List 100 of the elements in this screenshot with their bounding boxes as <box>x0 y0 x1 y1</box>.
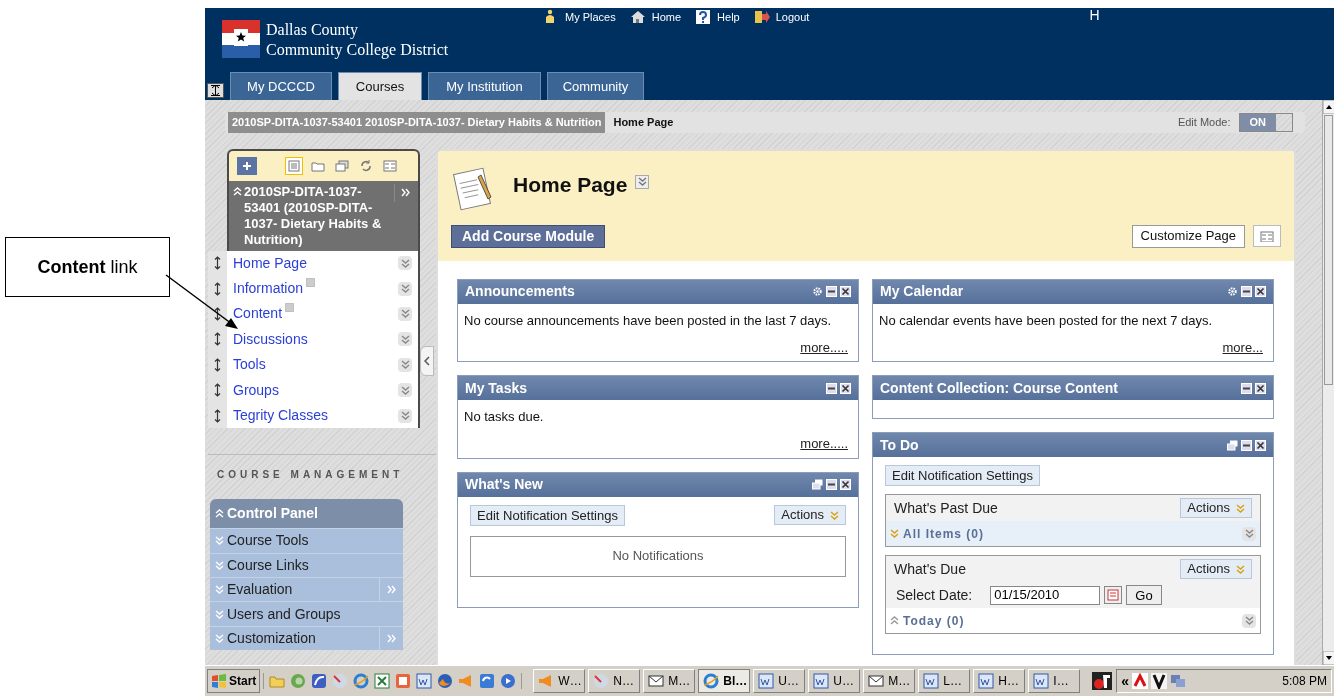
app-logo-icon[interactable] <box>1091 671 1114 691</box>
spreadsheet-icon[interactable] <box>374 673 391 689</box>
scrollbar[interactable] <box>1322 100 1334 665</box>
nav-tab[interactable]: Community <box>547 72 644 100</box>
close-icon[interactable] <box>1255 286 1266 297</box>
taskbar-window-button[interactable]: I… <box>1028 669 1081 693</box>
taskbar-window-button[interactable]: H… <box>973 669 1026 693</box>
menu-toggle-button[interactable] <box>398 281 412 296</box>
go-button[interactable]: Go <box>1126 585 1162 605</box>
expand-toggle-button[interactable] <box>207 83 224 98</box>
control-panel-item[interactable]: Users and Groups <box>210 601 403 626</box>
gear-icon[interactable] <box>1227 286 1238 297</box>
menu-toggle-button[interactable] <box>1242 526 1256 541</box>
top-nav-link[interactable]: Help <box>717 9 740 26</box>
menu-label: Control Panel <box>227 504 319 524</box>
control-panel-item[interactable]: Course Links <box>210 552 403 577</box>
chevron-down-icon <box>400 258 410 268</box>
control-panel-item[interactable]: Course Tools <box>210 528 403 553</box>
minimize-icon[interactable] <box>1241 286 1252 297</box>
taskbar-window-button[interactable]: N… <box>588 669 641 693</box>
scroll-up-icon[interactable] <box>1323 100 1334 114</box>
actions-button[interactable]: Actions <box>1180 498 1252 518</box>
scroll-down-icon[interactable] <box>1323 651 1334 665</box>
add-menu-item-button[interactable] <box>237 156 257 175</box>
course-menu-link[interactable]: Content <box>233 303 283 325</box>
swirl-icon[interactable] <box>311 673 328 689</box>
more-link[interactable]: more..... <box>800 337 848 357</box>
document-icon <box>813 673 830 689</box>
minimize-icon[interactable] <box>826 479 837 490</box>
minimize-icon[interactable] <box>826 382 837 394</box>
menu-toggle-button[interactable] <box>398 332 412 347</box>
control-panel-item[interactable]: Evaluation <box>210 577 403 602</box>
menu-toggle-button[interactable] <box>1242 613 1256 628</box>
menu-toggle-button[interactable] <box>398 408 412 423</box>
chevron-down-icon <box>215 560 224 570</box>
nav-tab[interactable]: Courses <box>338 72 422 100</box>
top-nav-link[interactable]: Logout <box>775 9 810 26</box>
drag-handle[interactable] <box>208 250 227 276</box>
module-title: My Tasks <box>465 378 528 398</box>
top-nav-link[interactable]: My Places <box>565 9 616 26</box>
drag-handle[interactable] <box>208 402 227 429</box>
chevron-left-icon <box>424 355 430 366</box>
chevron-down-icon <box>400 411 410 421</box>
taskbar-window-button[interactable]: U… <box>808 669 861 693</box>
show-hidden-icons-button[interactable]: « <box>1121 670 1130 692</box>
document-icon[interactable] <box>416 673 433 689</box>
todo-group-row[interactable]: All Items (0) <box>886 521 1260 546</box>
course-menu-link[interactable]: Groups <box>233 379 279 401</box>
list-view-icon <box>287 158 301 173</box>
nav-tab[interactable]: My Institution <box>428 72 541 100</box>
document-icon <box>923 673 940 689</box>
grid-view-icon <box>383 158 397 173</box>
taskbar-window-button[interactable]: M… <box>643 669 696 693</box>
chevron-down-icon <box>1244 529 1254 538</box>
nav-tab[interactable]: My DCCCD <box>230 72 332 100</box>
empty-state-box: No Notifications <box>470 535 846 577</box>
taskbar-window-button[interactable]: L… <box>918 669 971 693</box>
edit-notification-button[interactable]: Edit Notification Settings <box>470 504 625 526</box>
sync-icon[interactable] <box>479 673 496 689</box>
collapse-sidebar-button[interactable] <box>420 345 434 376</box>
close-icon[interactable] <box>840 286 851 297</box>
module-title: Announcements <box>465 282 576 301</box>
start-button[interactable]: Start <box>207 669 261 693</box>
minimize-icon[interactable] <box>1241 382 1252 394</box>
user-initial: H <box>1089 8 1100 25</box>
calendar-icon[interactable] <box>1104 586 1123 604</box>
title-menu-button[interactable] <box>635 174 650 189</box>
close-icon[interactable] <box>840 479 851 490</box>
flag-logo-icon <box>222 20 260 58</box>
minimize-icon[interactable] <box>1241 439 1252 451</box>
minimize-icon[interactable] <box>826 286 837 297</box>
menu-toggle-button[interactable] <box>398 306 412 321</box>
more-link[interactable]: more... <box>1222 337 1263 357</box>
date-field[interactable]: 01/15/2010 <box>990 585 1101 605</box>
plus-icon <box>242 160 252 171</box>
add-course-module-button[interactable]: Add Course Module <box>451 224 606 248</box>
actions-button[interactable]: Actions <box>1180 559 1252 579</box>
slides-icon[interactable] <box>395 673 412 689</box>
popout-icon[interactable] <box>812 479 823 490</box>
popout-icon[interactable] <box>1227 439 1238 451</box>
browser-icon[interactable] <box>353 673 370 689</box>
customize-page-button[interactable]: Customize Page <box>1131 224 1245 248</box>
menu-toggle-button[interactable] <box>398 383 412 398</box>
gear-icon[interactable] <box>812 286 823 297</box>
menu-toggle-button[interactable] <box>398 357 412 372</box>
control-panel-item[interactable]: Customization <box>210 625 403 651</box>
fox-globe-icon[interactable] <box>437 673 454 689</box>
refresh-icon <box>359 158 373 173</box>
top-nav-link[interactable]: Home <box>651 9 682 26</box>
course-menu-link[interactable]: Tools <box>233 354 266 376</box>
taskbar-window-button[interactable]: W… <box>533 669 586 693</box>
globe-icon[interactable] <box>332 673 349 689</box>
taskbar-window-button[interactable]: M… <box>863 669 916 693</box>
edit-notification-button[interactable]: Edit Notification Settings <box>885 465 1040 486</box>
taskbar-window-button[interactable]: U… <box>753 669 806 693</box>
menu-toggle-button[interactable] <box>398 256 412 271</box>
play-icon[interactable] <box>500 673 517 689</box>
taskbar-window-button[interactable]: Bl… <box>698 669 751 693</box>
more-link[interactable]: more..... <box>800 434 848 454</box>
actions-button[interactable]: Actions <box>774 505 846 525</box>
